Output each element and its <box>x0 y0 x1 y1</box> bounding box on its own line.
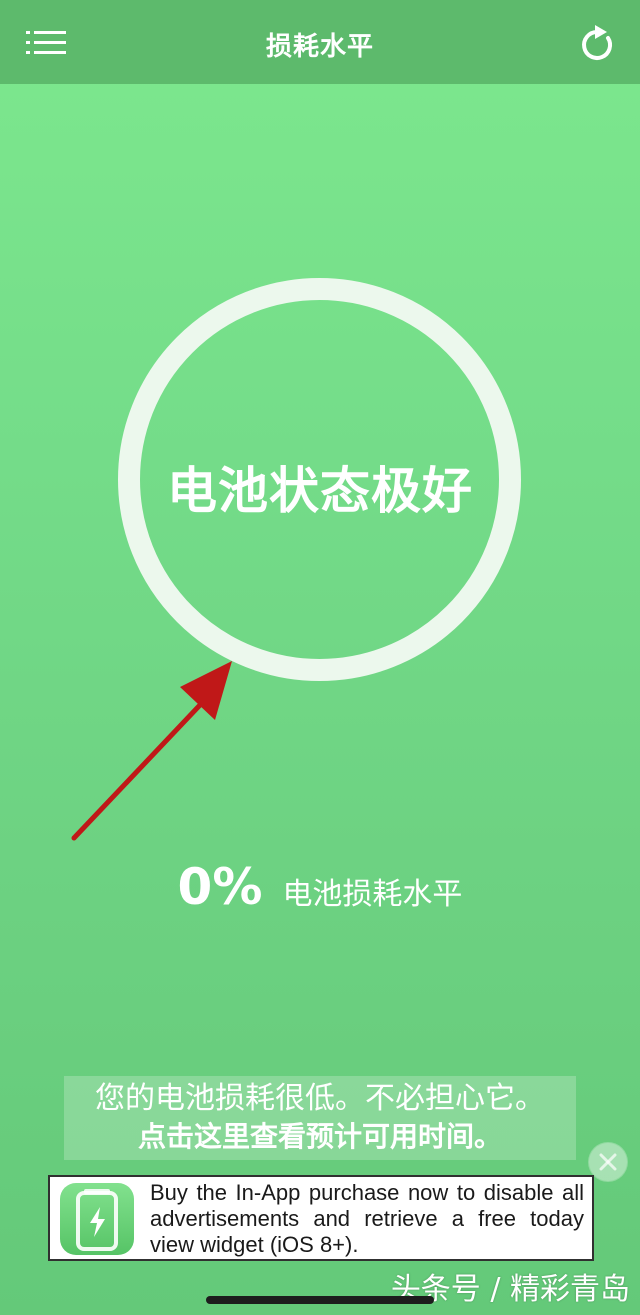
home-indicator[interactable] <box>206 1296 434 1304</box>
red-arrow-annotation <box>71 661 232 841</box>
page-title: 损耗水平 <box>265 32 374 62</box>
estimate-time-link[interactable]: 点击这里查看预计可用时间。 <box>64 1118 576 1156</box>
message-line-1: 您的电池损耗很低。不必担心它。 <box>95 1081 545 1116</box>
ad-app-icon <box>60 1183 134 1255</box>
close-ad-icon[interactable] <box>588 1142 628 1182</box>
wear-percent-value: 0% <box>177 858 263 916</box>
wear-level-label: 电池损耗水平 <box>282 877 463 912</box>
refresh-icon[interactable] <box>578 24 616 64</box>
info-message[interactable]: 您的电池损耗很低。不必担心它。 点击这里查看预计可用时间。 <box>64 1076 576 1160</box>
header-bar: 损耗水平 <box>0 0 640 84</box>
battery-charging-icon <box>76 1189 118 1251</box>
ad-banner[interactable]: Buy the In-App purchase now to disable a… <box>48 1175 594 1261</box>
wear-level-row: 0% 电池损耗水平 <box>0 858 640 916</box>
battery-status-text: 电池状态极好 <box>167 462 473 520</box>
ad-text: Buy the In-App purchase now to disable a… <box>150 1180 584 1257</box>
